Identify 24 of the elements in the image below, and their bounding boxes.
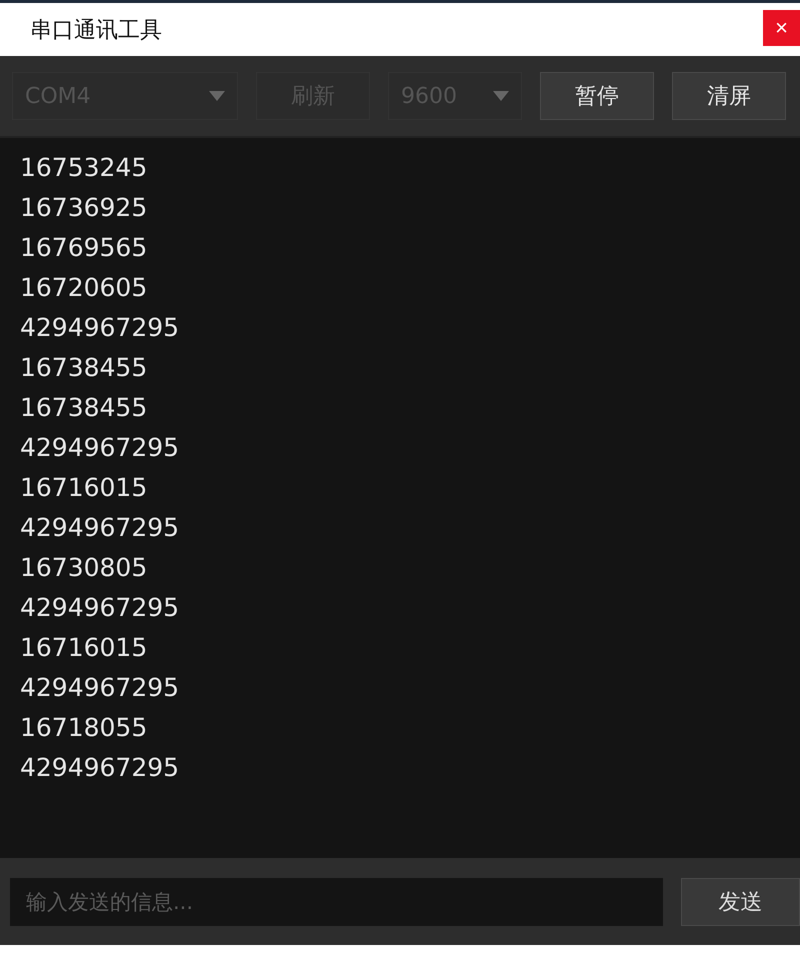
log-line: 16769565: [20, 232, 148, 264]
log-line: 16716015: [20, 632, 148, 664]
message-input[interactable]: 输入发送的信息...: [10, 878, 663, 926]
log-line: 16718055: [20, 712, 148, 744]
log-line: 4294967295: [20, 752, 180, 784]
toolbar-button[interactable]: 清屏: [672, 72, 786, 120]
log-line: 16716015: [20, 472, 148, 504]
toolbar-button[interactable]: 暂停: [540, 72, 654, 120]
log-line: 16738455: [20, 392, 148, 424]
log-line: 4294967295: [20, 512, 180, 544]
log-line: 4294967295: [20, 312, 180, 344]
log-line: 16730805: [20, 552, 148, 584]
window-title: 串口通讯工具: [30, 16, 162, 44]
log-line: 4294967295: [20, 592, 180, 624]
log-line: 4294967295: [20, 432, 180, 464]
caret-icon: [209, 91, 225, 101]
log-line: 16736925: [20, 192, 148, 224]
log-line: 4294967295: [20, 672, 180, 704]
log-line: 16753245: [20, 152, 148, 184]
send-button[interactable]: 发送: [680, 878, 800, 926]
log-line: 16738455: [20, 352, 148, 384]
log-line: 16720605: [20, 272, 148, 304]
caret-icon: [493, 91, 509, 101]
close-button[interactable]: ×: [763, 10, 800, 46]
